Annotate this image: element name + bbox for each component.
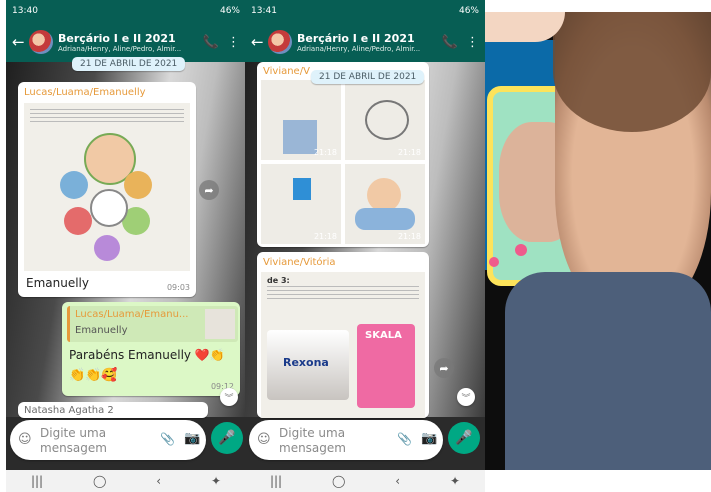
chat-title-block[interactable]: Berçário I e II 2021 Adriana/Henry, Alin… — [58, 32, 195, 53]
accessibility-icon[interactable]: ✦ — [450, 474, 460, 488]
message-text: Parabéns Emanuelly ❤️👏 — [69, 348, 225, 362]
group-avatar[interactable] — [29, 30, 53, 54]
call-icon[interactable]: 📞 — [203, 35, 219, 50]
scroll-down-icon[interactable]: ︾ — [457, 388, 475, 406]
worksheet-image[interactable]: de 3: Rexona SKALA — [261, 272, 425, 418]
image-caption: Emanuelly — [26, 276, 89, 290]
chat-header: ← Berçário I e II 2021 Adriana/Henry, Al… — [6, 22, 246, 62]
group-avatar[interactable] — [268, 30, 292, 54]
status-battery: 46% — [219, 6, 240, 16]
attach-icon[interactable]: 📎 — [160, 432, 175, 446]
status-battery: 46% — [458, 6, 479, 16]
quoted-thumbnail — [205, 309, 235, 339]
back-arrow-icon[interactable]: ← — [12, 33, 26, 51]
mic-button[interactable]: 🎤 — [448, 422, 480, 454]
group-members: Adriana/Henry, Aline/Pedro, Almir... — [297, 44, 421, 53]
status-time: 13:41 — [251, 6, 277, 16]
back-nav-icon[interactable]: ‹ — [395, 474, 400, 488]
message-input[interactable]: ☺ Digite uma mensagem 📎 📷 — [249, 420, 443, 460]
date-chip: 21 DE ABRIL DE 2021 — [311, 70, 425, 84]
chat-screenshot-2: 13:41 46% ← Berçário I e II 2021 Adriana… — [245, 0, 485, 492]
message-sender: Viviane/Vitória — [263, 257, 336, 268]
mic-icon: 🎤 — [218, 430, 236, 446]
status-time: 13:40 — [12, 6, 38, 16]
group-title: Berçário I e II 2021 — [297, 31, 415, 45]
camera-icon[interactable]: 📷 — [184, 431, 200, 446]
photo-time: 21:18 — [397, 232, 421, 241]
attach-icon[interactable]: 📎 — [397, 432, 412, 446]
photo-time: 21:18 — [313, 232, 337, 241]
image-album-message[interactable]: Viviane/V 21:18 21:18 21:18 21:18 — [257, 62, 429, 247]
doc-heading: de 3: — [267, 276, 290, 285]
mic-icon: 🎤 — [455, 430, 473, 446]
chat-screenshot-1: 13:40 46% ← Berçário I e II 2021 Adriana… — [6, 0, 246, 492]
quoted-message[interactable]: Lucas/Luama/Emanu... Emanuelly — [67, 306, 238, 342]
back-nav-icon[interactable]: ‹ — [156, 474, 161, 488]
message-sender: Natasha Agatha 2 — [24, 405, 114, 416]
album-photo-2[interactable]: 21:18 — [345, 80, 425, 160]
child-mirror-photo — [485, 12, 711, 470]
menu-icon[interactable]: ⋮ — [466, 35, 479, 50]
mic-button[interactable]: 🎤 — [211, 422, 243, 454]
group-title: Berçário I e II 2021 — [58, 31, 176, 45]
home-icon[interactable]: ◯ — [332, 474, 345, 488]
photo-time: 21:18 — [397, 148, 421, 157]
album-photo-4[interactable]: 21:18 — [345, 164, 425, 244]
emoji-icon[interactable]: ☺ — [18, 432, 32, 447]
back-arrow-icon[interactable]: ← — [251, 33, 265, 51]
status-bar: 13:40 46% — [6, 0, 246, 22]
menu-icon[interactable]: ⋮ — [227, 35, 240, 50]
forward-icon[interactable]: ➦ — [434, 358, 454, 378]
image-message[interactable]: Viviane/Vitória de 3: Rexona SKALA — [257, 252, 429, 418]
outgoing-reply-message[interactable]: Lucas/Luama/Emanu... Emanuelly Parabéns … — [62, 302, 240, 396]
worksheet-image[interactable] — [24, 103, 190, 271]
message-input[interactable]: ☺ Digite uma mensagem 📎 📷 — [10, 420, 206, 460]
date-chip: 21 DE ABRIL DE 2021 — [72, 57, 186, 71]
chat-title-block[interactable]: Berçário I e II 2021 Adriana/Henry, Alin… — [297, 32, 434, 53]
android-navbar: ||| ◯ ‹ ✦ — [6, 470, 246, 492]
message-time: 09:03 — [166, 283, 190, 292]
quoted-sender: Lucas/Luama/Emanu... — [75, 309, 189, 320]
recent-apps-icon[interactable]: ||| — [31, 474, 43, 488]
input-placeholder: Digite uma mensagem — [279, 426, 346, 455]
chat-header: ← Berçário I e II 2021 Adriana/Henry, Al… — [245, 22, 485, 62]
emoji-icon[interactable]: ☺ — [257, 432, 271, 447]
image-message[interactable]: Lucas/Luama/Emanuelly Emanuelly 09:03 — [18, 82, 196, 297]
camera-icon[interactable]: 📷 — [421, 431, 437, 446]
forward-icon[interactable]: ➦ — [199, 180, 219, 200]
scroll-down-icon[interactable]: ︾ — [220, 388, 238, 406]
android-navbar: ||| ◯ ‹ ✦ — [245, 470, 485, 492]
message-sender: Lucas/Luama/Emanuelly — [24, 87, 146, 98]
group-members: Adriana/Henry, Aline/Pedro, Almir... — [58, 44, 182, 53]
status-bar: 13:41 46% — [245, 0, 485, 22]
product-label-rexona: Rexona — [283, 356, 329, 369]
accessibility-icon[interactable]: ✦ — [211, 474, 221, 488]
home-icon[interactable]: ◯ — [93, 474, 106, 488]
message-emojis: 👏👏🥰 — [69, 368, 118, 383]
input-placeholder: Digite uma mensagem — [40, 426, 107, 455]
album-photo-1[interactable]: 21:18 — [261, 80, 341, 160]
album-photo-3[interactable]: 21:18 — [261, 164, 341, 244]
call-icon[interactable]: 📞 — [442, 35, 458, 50]
quoted-text: Emanuelly — [75, 325, 128, 336]
message-sender: Viviane/V — [263, 66, 310, 77]
photo-time: 21:18 — [313, 148, 337, 157]
product-label-skala: SKALA — [365, 330, 402, 341]
incoming-message-partial[interactable]: Natasha Agatha 2 — [18, 402, 208, 418]
recent-apps-icon[interactable]: ||| — [270, 474, 282, 488]
